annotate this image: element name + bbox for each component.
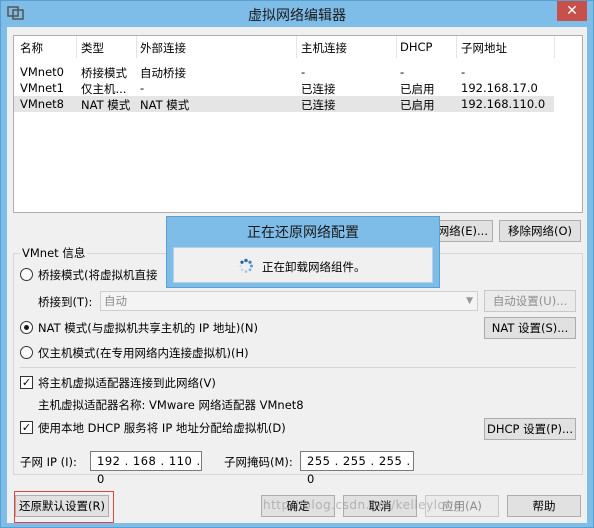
list-header: 名称 类型 外部连接 主机连接 DHCP 子网地址 xyxy=(14,36,555,58)
host-only-label[interactable]: 仅主机模式(在专用网络内连接虚拟机)(H) xyxy=(38,345,249,361)
cell-dhcp: - xyxy=(400,65,405,79)
cell-type: NAT 模式 xyxy=(81,98,131,112)
cell-name: VMnet8 xyxy=(20,97,64,111)
cell-name: VMnet1 xyxy=(20,81,64,95)
progress-dialog-body: 正在卸载网络组件。 xyxy=(173,247,433,283)
subnet-ip-label: 子网 IP (I): xyxy=(20,455,77,469)
cell-subnet: 192.168.17.0 xyxy=(461,81,538,95)
cell-type: 仅主机... xyxy=(81,82,127,96)
column-header-type[interactable]: 类型 xyxy=(81,40,104,56)
column-header-dhcp[interactable]: DHCP xyxy=(400,40,432,54)
vmnet-info-label: VMnet 信息 xyxy=(20,245,88,261)
cell-external: 自动桥接 xyxy=(140,66,186,80)
cell-subnet: 192.168.110.0 xyxy=(461,97,546,111)
column-header-external[interactable]: 外部连接 xyxy=(140,40,186,56)
cell-external: - xyxy=(140,81,145,95)
watermark-text: http://blog.csdn.net/kelleylong xyxy=(263,498,462,512)
auto-settings-button[interactable]: 自动设置(U)... xyxy=(484,290,576,312)
subnet-mask-input[interactable]: 255 . 255 . 255 . 0 xyxy=(300,451,414,486)
virtual-network-editor-window: 虚拟网络编辑器 ✕ 名称 类型 外部连接 主机连接 DHCP 子网地址 VMne… xyxy=(0,0,594,528)
nat-mode-label[interactable]: NAT 模式(与虚拟机共享主机的 IP 地址)(N) xyxy=(38,320,258,336)
bridged-to-value: 自动 xyxy=(104,294,127,308)
dhcp-settings-button[interactable]: DHCP 设置(P)... xyxy=(484,418,576,440)
connect-adapter-checkbox[interactable]: ✓ xyxy=(20,376,33,389)
cell-type: 桥接模式 xyxy=(81,66,127,80)
column-header-subnet[interactable]: 子网地址 xyxy=(461,40,507,56)
network-list[interactable]: 名称 类型 外部连接 主机连接 DHCP 子网地址 VMnet0 桥接模式 自动… xyxy=(13,35,583,213)
table-row-selected[interactable]: VMnet8 NAT 模式 NAT 模式 已连接 已启用 192.168.110… xyxy=(14,96,554,112)
progress-dialog: 正在还原网络配置 正在卸载网络组件。 xyxy=(166,216,440,288)
table-row[interactable]: VMnet0 桥接模式 自动桥接 - - - xyxy=(14,64,554,80)
bridged-mode-label[interactable]: 桥接模式(将虚拟机直接 xyxy=(38,267,158,283)
divider xyxy=(20,367,576,368)
close-button[interactable]: ✕ xyxy=(557,1,587,21)
cell-host: 已连接 xyxy=(301,82,336,96)
window-title: 虚拟网络编辑器 xyxy=(248,8,346,24)
cell-name: VMnet0 xyxy=(20,65,64,79)
cell-host: - xyxy=(301,65,306,79)
bridged-to-select[interactable]: 自动 ▼ xyxy=(100,291,478,311)
chevron-down-icon: ▼ xyxy=(466,296,473,306)
loading-spinner-icon xyxy=(239,258,253,273)
help-button[interactable]: 帮助 xyxy=(507,495,581,517)
bridged-mode-radio[interactable] xyxy=(20,268,33,281)
adapter-name-text: 主机虚拟适配器名称: VMware 网络适配器 VMnet8 xyxy=(38,398,304,412)
cell-dhcp: 已启用 xyxy=(400,98,435,112)
cell-dhcp: 已启用 xyxy=(400,82,435,96)
dhcp-checkbox[interactable]: ✓ xyxy=(20,421,33,434)
subnet-mask-label: 子网掩码(M): xyxy=(224,455,293,469)
cell-subnet: - xyxy=(461,65,466,79)
dhcp-label[interactable]: 使用本地 DHCP 服务将 IP 地址分配给虚拟机(D) xyxy=(38,420,286,436)
remove-network-button[interactable]: 移除网络(O) xyxy=(499,220,581,242)
subnet-ip-input[interactable]: 192 . 168 . 110 . 0 xyxy=(90,451,202,486)
cell-external: NAT 模式 xyxy=(140,98,190,112)
cell-host: 已连接 xyxy=(301,98,336,112)
close-icon: ✕ xyxy=(566,3,578,19)
connect-adapter-label[interactable]: 将主机虚拟适配器连接到此网络(V) xyxy=(38,375,216,391)
column-header-name[interactable]: 名称 xyxy=(20,40,43,56)
progress-message: 正在卸载网络组件。 xyxy=(262,260,366,274)
nat-settings-button[interactable]: NAT 设置(S)... xyxy=(484,317,576,339)
nat-mode-radio[interactable] xyxy=(20,321,33,334)
table-row[interactable]: VMnet1 仅主机... - 已连接 已启用 192.168.17.0 xyxy=(14,80,554,96)
add-network-label: 网络(E)... xyxy=(437,224,488,238)
progress-dialog-title: 正在还原网络配置 xyxy=(247,225,359,241)
bridged-to-label: 桥接到(T): xyxy=(38,295,93,309)
title-bar[interactable]: 虚拟网络编辑器 ✕ xyxy=(1,1,593,27)
column-header-host[interactable]: 主机连接 xyxy=(301,40,347,56)
host-only-radio[interactable] xyxy=(20,346,33,359)
restore-defaults-highlight xyxy=(14,491,114,523)
